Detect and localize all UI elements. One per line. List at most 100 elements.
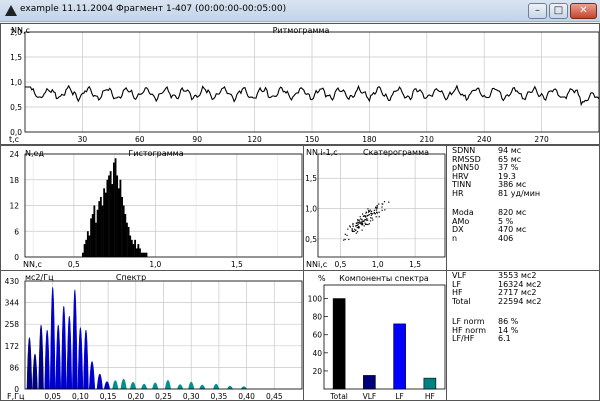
scatter-point — [373, 209, 375, 211]
scatter-point — [355, 232, 357, 234]
close-icon: ✕ — [579, 5, 588, 16]
scatter-point — [348, 238, 350, 241]
comp-ylabel: % — [318, 274, 326, 283]
scatter-point — [366, 218, 368, 220]
hist-xtick-label: 0,5 — [68, 260, 80, 269]
spec-peak — [96, 373, 103, 390]
scatter-point — [376, 206, 378, 208]
scatter-point — [356, 231, 359, 233]
scatter-ytick-label: 1,0 — [305, 205, 317, 214]
scatter-point — [366, 219, 368, 221]
hist-bar — [124, 214, 127, 257]
hist-bar — [91, 214, 94, 257]
scatter-point — [361, 218, 363, 221]
scatter-point — [347, 228, 349, 230]
hist-bar — [140, 252, 143, 257]
hist-bar — [83, 244, 86, 257]
app-triangle-icon — [5, 5, 17, 16]
rhythm-ytick-label: 1,0 — [10, 78, 22, 87]
stat-value: 6.1 — [498, 334, 511, 344]
hist-title: Гистограмма — [128, 149, 183, 158]
scatter-point — [381, 203, 383, 205]
scatter-ylabel: NN i-1,c — [306, 148, 338, 157]
hist-bar — [93, 205, 96, 257]
maximize-button[interactable]: □ — [549, 3, 568, 19]
hist-bar — [99, 196, 102, 257]
scatter-point — [354, 228, 356, 230]
stat-key: n — [452, 233, 458, 243]
spec-peak — [83, 330, 89, 390]
rhythm-xtick-label: 30 — [78, 135, 88, 144]
scatter-point — [372, 219, 374, 221]
hist-ylabel: N,ед — [25, 149, 44, 158]
hist-bar — [101, 205, 104, 257]
scatter-point — [365, 212, 367, 214]
comp-ytick-label: 100 — [308, 295, 323, 304]
title-bar[interactable]: example 11.11.2004 Фрагмент 1-407 (00:00… — [0, 0, 600, 22]
spec-xtick-label: 0,25 — [155, 392, 172, 401]
scatter-point — [388, 201, 390, 203]
spec-peak — [129, 381, 137, 390]
spec-peak — [72, 289, 78, 390]
hist-bar — [129, 235, 132, 257]
spec-peak — [120, 378, 127, 390]
scatter-point — [367, 208, 369, 210]
scatter-point — [369, 220, 372, 222]
spec-peak — [32, 353, 38, 390]
spec-ytick-label: 258 — [5, 320, 20, 329]
spec-peak — [38, 324, 44, 390]
window-title: example 11.11.2004 Фрагмент 1-407 (00:00… — [20, 4, 287, 14]
scatter-point — [365, 216, 367, 218]
hist-bar — [98, 201, 101, 257]
scatter-point — [381, 209, 383, 211]
spec-peak — [55, 324, 61, 390]
comp-category-label: LF — [395, 392, 404, 401]
scatter-point — [370, 212, 372, 215]
scatter-point — [346, 234, 348, 237]
comp-ytick-label: 20 — [312, 367, 322, 376]
minimize-button[interactable]: – — [528, 3, 547, 19]
spec-xtick-label: 0,45 — [266, 392, 283, 401]
spec-ytick-label: 86 — [9, 363, 19, 372]
comp-category-label: Total — [329, 392, 348, 401]
rhythm-xtick-label: 270 — [534, 135, 549, 144]
hist-bar — [145, 252, 148, 257]
rhythmogram-chart: 0,00,51,01,52,030 60 90 120 150 180 210 240 270Р… — [9, 26, 599, 144]
rhythm-xlabel: t,c — [9, 135, 19, 144]
spectral-stats-list: VLF 3553 мс2 LF 16324 мс2 HF 2717 мс2 Total 225… — [452, 271, 599, 400]
hist-bar — [103, 188, 106, 257]
components-chart: 20 40 60 80 100 Компоненты спектра% Total VLF LF… — [308, 274, 446, 401]
hist-bar — [90, 218, 93, 257]
client-area: 0,0 0,5 1,0 1,5 2,0 30 60 90 120 150 180 210 240 270 Р… — [0, 23, 600, 401]
hist-ytick-label: 12 — [9, 202, 19, 211]
spec-peak — [226, 385, 234, 390]
hist-ytick-label: 18 — [9, 176, 19, 185]
spec-xtick-label: 0,15 — [100, 392, 117, 401]
hist-bar — [127, 226, 130, 257]
scatter-point — [344, 233, 346, 235]
hist-bar — [108, 175, 110, 257]
scatter-point — [373, 212, 375, 215]
scatter-point — [375, 216, 377, 218]
hist-bar — [95, 222, 97, 257]
scatter-point — [352, 223, 354, 225]
spec-ylabel: мс2/Гц — [25, 273, 54, 282]
close-button[interactable]: ✕ — [570, 3, 597, 19]
rhythm-xtick-label: 90 — [192, 135, 202, 144]
scatter-point — [343, 239, 345, 241]
rhythm-ylabel: NN,c — [11, 26, 30, 35]
scatter-point — [344, 238, 346, 241]
time-stats-panel: SDNN 94 мс RMSSD 65 мс pNN50 37 % HRV 19.3 TINN 3… — [446, 145, 600, 271]
scatter-point — [371, 213, 373, 215]
scatter-point — [357, 221, 359, 223]
scattergram-panel: 0,5 0,5 1,0 1,0 1,5 1,5 Скатерограмма NN i-1,c N… — [303, 145, 447, 271]
components-panel: 20 40 60 80 100 Компоненты спектра% Total VLF LF… — [303, 270, 447, 401]
scatter-point — [373, 211, 375, 214]
hist-xlabel: NN,c — [23, 260, 42, 269]
scatter-point — [376, 211, 378, 213]
scatter-point — [349, 225, 351, 227]
spec-xtick-label: 0,35 — [211, 392, 228, 401]
stat-key: HR — [452, 189, 464, 198]
spec-peak — [44, 330, 50, 390]
scatter-xtick-label: 0,5 — [334, 260, 346, 269]
